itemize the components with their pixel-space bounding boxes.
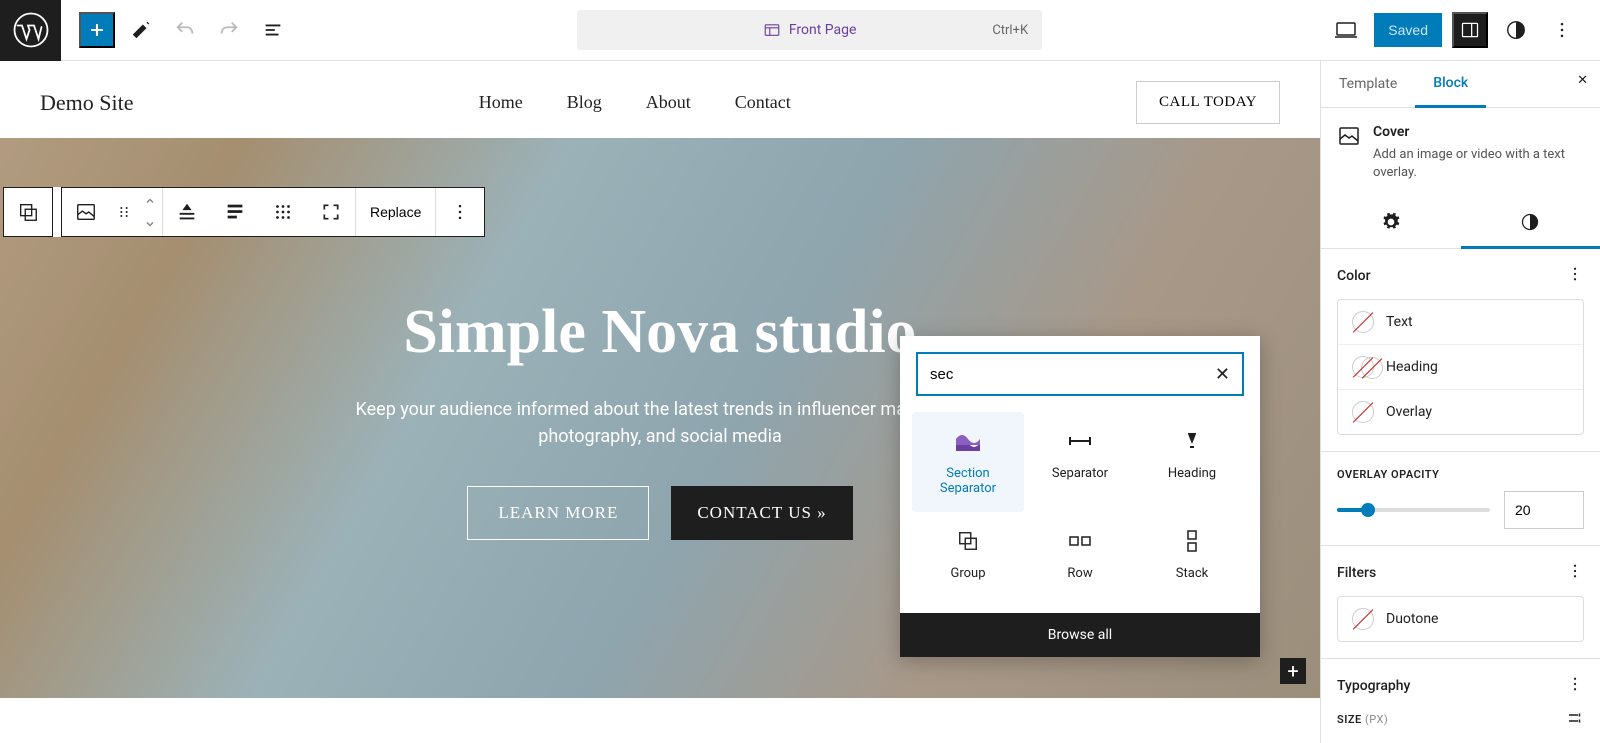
clear-search-icon[interactable]: ✕ bbox=[1215, 364, 1230, 385]
replace-button[interactable]: Replace bbox=[355, 188, 436, 236]
move-down-button[interactable] bbox=[138, 212, 162, 235]
filters-panel-title: Filters bbox=[1337, 565, 1376, 581]
inserter-item-group[interactable]: Group bbox=[912, 512, 1024, 597]
overlay-opacity-slider[interactable] bbox=[1337, 508, 1490, 512]
color-heading-row[interactable]: Heading bbox=[1338, 345, 1583, 390]
inserter-item-heading[interactable]: Heading bbox=[1136, 412, 1248, 512]
edit-mode-icon[interactable] bbox=[123, 12, 159, 48]
cover-icon bbox=[1337, 124, 1361, 182]
duotone-row[interactable]: Duotone bbox=[1338, 597, 1583, 641]
device-preview-button[interactable] bbox=[1328, 12, 1364, 48]
inserter-search: ✕ bbox=[916, 352, 1244, 396]
row-icon bbox=[1068, 528, 1092, 554]
call-today-button[interactable]: CALL TODAY bbox=[1136, 81, 1280, 124]
wordpress-logo[interactable] bbox=[0, 0, 61, 61]
color-text-row[interactable]: Text bbox=[1338, 300, 1583, 345]
nav-link[interactable]: Contact bbox=[735, 92, 791, 113]
overlay-opacity-label: OVERLAY OPACITY bbox=[1337, 468, 1584, 481]
nav-link[interactable]: Home bbox=[479, 92, 523, 113]
cover-subheading[interactable]: Keep your audience informed about the la… bbox=[320, 396, 1000, 450]
content-position-button[interactable] bbox=[211, 188, 259, 236]
saved-button[interactable]: Saved bbox=[1374, 13, 1442, 47]
list-view-button[interactable] bbox=[255, 12, 291, 48]
append-block-button[interactable]: + bbox=[1280, 658, 1306, 684]
shortcut-hint: Ctrl+K bbox=[992, 23, 1028, 38]
drag-handle[interactable] bbox=[110, 188, 138, 236]
nav-link[interactable]: Blog bbox=[567, 92, 602, 113]
styles-button[interactable] bbox=[1498, 12, 1534, 48]
inserter-item-separator[interactable]: Separator bbox=[1024, 412, 1136, 512]
size-settings-icon[interactable] bbox=[1566, 709, 1584, 730]
inserter-search-input[interactable] bbox=[930, 366, 1215, 383]
browse-all-button[interactable]: Browse all bbox=[900, 613, 1260, 657]
separator-icon bbox=[1068, 428, 1092, 454]
contact-us-button[interactable]: CONTACT US » bbox=[671, 486, 852, 540]
top-toolbar: Front Page Ctrl+K Saved bbox=[0, 0, 1600, 61]
page-selector[interactable]: Front Page Ctrl+K bbox=[577, 10, 1042, 50]
site-nav: Home Blog About Contact bbox=[479, 92, 791, 113]
block-description: Add an image or video with a text overla… bbox=[1373, 146, 1584, 182]
inserter-item-row[interactable]: Row bbox=[1024, 512, 1136, 597]
block-name: Cover bbox=[1373, 124, 1584, 140]
more-options-button[interactable] bbox=[1544, 12, 1580, 48]
inserter-item-section-separator[interactable]: Section Separator bbox=[912, 412, 1024, 512]
nav-link[interactable]: About bbox=[646, 92, 691, 113]
redo-button[interactable] bbox=[211, 12, 247, 48]
cover-heading[interactable]: Simple Nova studio bbox=[403, 297, 916, 368]
section-separator-icon bbox=[956, 428, 980, 454]
close-sidebar-icon[interactable]: ✕ bbox=[1577, 73, 1588, 88]
tab-block[interactable]: Block bbox=[1415, 61, 1486, 108]
typography-panel-menu[interactable] bbox=[1566, 675, 1584, 697]
learn-more-button[interactable]: LEARN MORE bbox=[467, 486, 649, 540]
color-panel-title: Color bbox=[1337, 268, 1371, 284]
heading-icon bbox=[1182, 428, 1202, 454]
tab-template[interactable]: Template bbox=[1321, 62, 1415, 106]
typography-panel-title: Typography bbox=[1337, 678, 1410, 694]
color-panel-menu[interactable] bbox=[1566, 265, 1584, 287]
sidebar-toggle-button[interactable] bbox=[1452, 12, 1488, 48]
color-overlay-row[interactable]: Overlay bbox=[1338, 390, 1583, 434]
page-label: Front Page bbox=[789, 22, 857, 38]
inserter-item-stack[interactable]: Stack bbox=[1136, 512, 1248, 597]
site-header: Demo Site Home Blog About Contact CALL T… bbox=[0, 61, 1320, 138]
block-inserter-popover: ✕ Section SeparatorSeparatorHeading Group… bbox=[900, 336, 1260, 657]
full-height-button[interactable] bbox=[259, 188, 307, 236]
cover-block-icon[interactable] bbox=[62, 188, 110, 236]
add-block-button[interactable] bbox=[79, 12, 115, 48]
group-icon bbox=[957, 528, 979, 554]
overlay-opacity-input[interactable] bbox=[1504, 491, 1584, 529]
styles-subtab[interactable] bbox=[1461, 198, 1600, 249]
parent-block-button[interactable] bbox=[4, 188, 52, 236]
move-up-button[interactable] bbox=[138, 189, 162, 212]
undo-button[interactable] bbox=[167, 12, 203, 48]
block-more-options[interactable] bbox=[436, 188, 484, 236]
fullscreen-button[interactable] bbox=[307, 188, 355, 236]
site-title[interactable]: Demo Site bbox=[40, 90, 134, 116]
filters-panel-menu[interactable] bbox=[1566, 562, 1584, 584]
block-toolbar: Replace bbox=[3, 187, 485, 237]
settings-subtab[interactable] bbox=[1321, 198, 1461, 248]
align-button[interactable] bbox=[163, 188, 211, 236]
settings-sidebar: Template Block ✕ Cover Add an image or v… bbox=[1320, 61, 1600, 743]
stack-icon bbox=[1182, 528, 1202, 554]
